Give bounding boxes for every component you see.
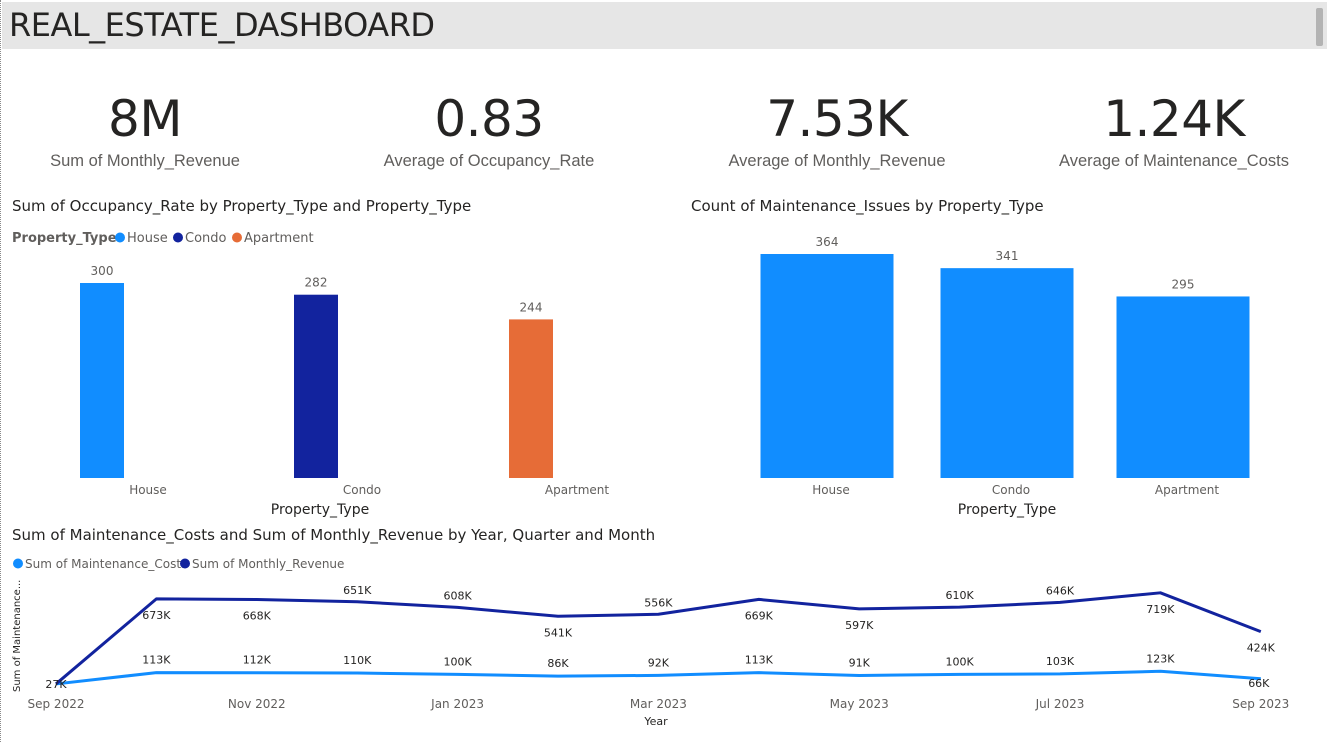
kpi-value: 0.83 <box>434 90 544 148</box>
x-tick-label: Mar 2023 <box>630 697 687 711</box>
data-label-monthly-revenue: 597K <box>845 619 874 632</box>
kpi-value: 7.53K <box>766 90 908 148</box>
data-label: 295 <box>1172 277 1195 291</box>
data-label-maintenance-costs: 113K <box>745 654 774 667</box>
data-label: 244 <box>520 300 543 314</box>
maintenance-issues-bar-chart[interactable]: 364 House 341 Condo 295 Apartment Property_Ty… <box>680 222 1328 522</box>
data-label-maintenance-costs: 113K <box>142 654 171 667</box>
x-tick-label: House <box>812 483 850 497</box>
data-label-maintenance-costs: 27K <box>45 678 67 691</box>
legend-title: Property_Type <box>12 231 117 246</box>
bar-house[interactable] <box>80 283 124 478</box>
legend-marker-maintenance-costs <box>13 558 23 569</box>
data-label-maintenance-costs: 123K <box>1146 652 1175 665</box>
legend-label-house[interactable]: House <box>127 231 168 246</box>
legend-label-monthly-revenue[interactable]: Sum of Monthly_Revenue <box>192 557 344 571</box>
data-label-maintenance-costs: 112K <box>243 654 272 667</box>
x-tick-label: May 2023 <box>830 697 889 711</box>
header-bar: REAL_ESTATE_DASHBOARD <box>2 2 1327 49</box>
data-label-maintenance-costs: 103K <box>1046 655 1075 668</box>
bar-apartment[interactable] <box>509 319 553 478</box>
maintenance-issues-chart-title: Count of Maintenance_Issues by Property_… <box>691 197 1044 215</box>
data-label-monthly-revenue: 673K <box>142 609 171 622</box>
legend-label-maintenance-costs[interactable]: Sum of Maintenance_Costs <box>25 557 187 571</box>
x-tick-label: Sep 2022 <box>28 697 85 711</box>
kpi-label: Sum of Monthly_Revenue <box>50 152 240 170</box>
kpi-label: Average of Monthly_Revenue <box>728 152 946 170</box>
scrollbar[interactable] <box>1316 8 1323 46</box>
x-tick-label: Jul 2023 <box>1035 697 1085 711</box>
data-label-monthly-revenue: 424K <box>1247 642 1276 655</box>
x-tick-label: Condo <box>343 483 381 497</box>
data-label-monthly-revenue: 668K <box>243 610 272 623</box>
x-axis-title: Property_Type <box>958 502 1056 518</box>
occupancy-bar-chart[interactable]: Property_Type House Condo Apartment 300 H… <box>0 222 660 522</box>
data-label-maintenance-costs: 110K <box>343 654 372 667</box>
data-label-monthly-revenue: 719K <box>1146 603 1175 616</box>
y-axis-title: Sum of Maintenance... <box>12 580 23 692</box>
x-tick-label: House <box>129 483 167 497</box>
kpi-card-average-monthly-revenue[interactable]: 7.53K Average of Monthly_Revenue <box>687 88 987 171</box>
kpi-card-sum-monthly-revenue[interactable]: 8M Sum of Monthly_Revenue <box>0 88 295 171</box>
kpi-value: 1.24K <box>1103 90 1245 148</box>
legend-marker-monthly-revenue <box>180 558 190 569</box>
legend-label-condo[interactable]: Condo <box>185 231 227 246</box>
legend-marker-apartment <box>232 232 242 243</box>
legend-marker-house <box>115 232 125 243</box>
costs-revenue-line-chart[interactable]: Sum of Maintenance_Costs Sum of Monthly_… <box>0 548 1328 742</box>
legend-label-apartment[interactable]: Apartment <box>244 231 314 246</box>
data-label-monthly-revenue: 608K <box>443 589 472 602</box>
line-maintenance-costs[interactable] <box>55 669 1261 686</box>
data-label-maintenance-costs: 100K <box>945 655 974 668</box>
data-label: 300 <box>91 264 114 278</box>
data-label-monthly-revenue: 556K <box>644 596 673 609</box>
x-axis-title: Year <box>643 715 668 728</box>
kpi-card-average-occupancy-rate[interactable]: 0.83 Average of Occupancy_Rate <box>339 88 639 171</box>
x-tick-label: Apartment <box>545 483 609 497</box>
data-label: 282 <box>305 276 328 290</box>
data-label-monthly-revenue: 541K <box>544 626 573 639</box>
x-tick-label: Nov 2022 <box>228 697 286 711</box>
line-chart-title: Sum of Maintenance_Costs and Sum of Mont… <box>12 526 656 544</box>
bar-house[interactable] <box>760 254 894 478</box>
kpi-label: Average of Occupancy_Rate <box>383 152 595 170</box>
page-title: REAL_ESTATE_DASHBOARD <box>9 6 435 44</box>
bar-condo[interactable] <box>940 268 1074 478</box>
bar-apartment[interactable] <box>1116 296 1250 478</box>
data-label-maintenance-costs: 100K <box>443 655 472 668</box>
x-tick-label: Sep 2023 <box>1232 697 1289 711</box>
legend-marker-condo <box>173 232 183 243</box>
data-label-monthly-revenue: 646K <box>1046 584 1075 597</box>
bar-condo[interactable] <box>294 294 338 478</box>
data-label-maintenance-costs: 91K <box>849 657 871 670</box>
data-label-monthly-revenue: 610K <box>945 589 974 602</box>
x-tick-label: Condo <box>992 483 1030 497</box>
x-axis-title: Property_Type <box>271 502 369 518</box>
data-label-maintenance-costs: 66K <box>1248 677 1270 690</box>
data-label: 341 <box>996 249 1019 263</box>
data-label-maintenance-costs: 86K <box>547 657 569 670</box>
data-label: 364 <box>816 235 839 249</box>
data-label-maintenance-costs: 92K <box>648 656 670 669</box>
occupancy-chart-title: Sum of Occupancy_Rate by Property_Type a… <box>12 197 472 215</box>
data-label-monthly-revenue: 651K <box>343 584 372 597</box>
x-tick-label: Apartment <box>1155 483 1219 497</box>
kpi-card-average-maintenance-costs[interactable]: 1.24K Average of Maintenance_Costs <box>1024 88 1324 171</box>
x-tick-label: Jan 2023 <box>430 697 484 711</box>
kpi-label: Average of Maintenance_Costs <box>1059 152 1289 170</box>
kpi-value: 8M <box>108 90 182 148</box>
data-label-monthly-revenue: 669K <box>745 609 774 622</box>
